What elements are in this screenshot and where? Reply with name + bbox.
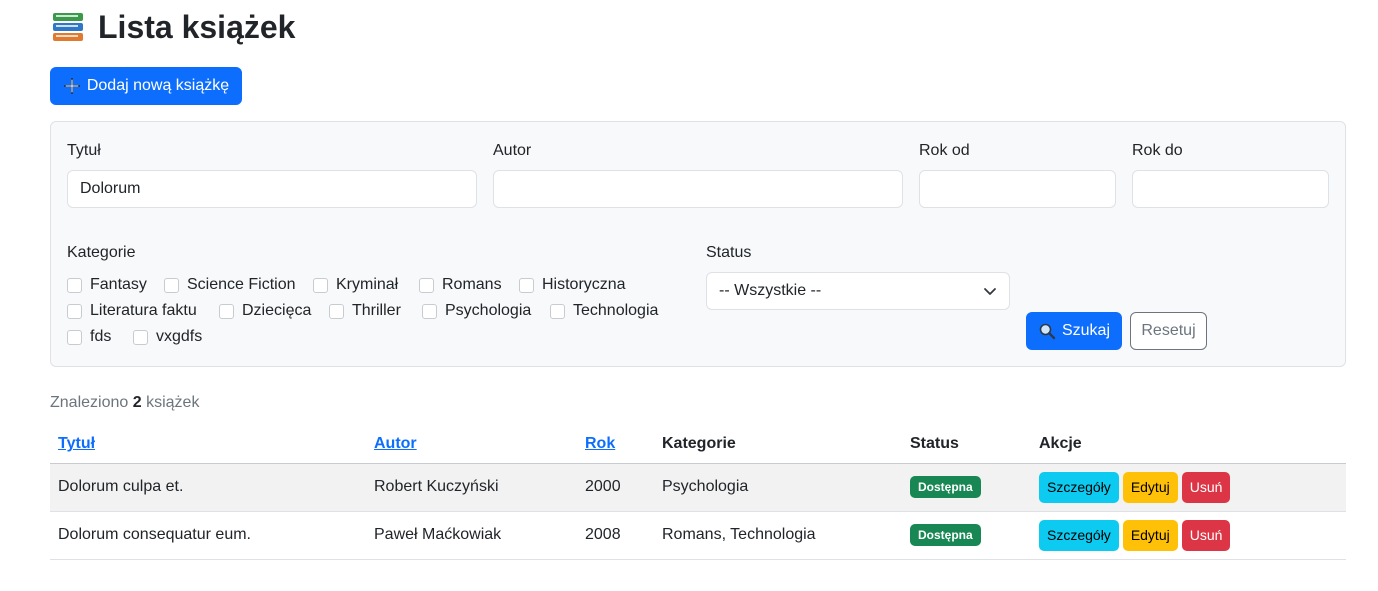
cell-title: Dolorum culpa et. [58,478,184,495]
details-button[interactable]: Szczegóły [1039,471,1119,503]
books-icon [53,13,83,41]
checkbox-box[interactable] [67,303,82,319]
page-header: Lista książek [50,6,295,48]
checkbox-box[interactable] [419,277,434,293]
category-checkbox-technologia[interactable]: Technologia [550,302,658,320]
results-count: Znaleziono 2 książek [50,394,199,412]
year-to-input[interactable] [1132,170,1329,208]
cell-status: Dostępna [910,464,981,510]
details-button[interactable]: Szczegóły [1039,519,1119,551]
checkbox-label: Romans [442,276,502,293]
checkbox-box[interactable] [219,303,234,319]
column-header-year[interactable]: Rok [585,425,615,463]
delete-button[interactable]: Usuń [1181,519,1231,551]
category-checkbox-literatura-faktu[interactable]: Literatura faktu [67,302,197,320]
category-checkbox-psychologia[interactable]: Psychologia [422,302,531,320]
checkbox-label: Technologia [573,302,659,319]
checkbox-label: Thriller [352,302,401,319]
checkbox-box[interactable] [519,277,534,293]
cell-actions: Szczegóły Edytuj Usuń [1039,512,1234,558]
column-header-status: Status [910,435,959,452]
author-filter-label: Autor [493,142,532,159]
checkbox-box[interactable] [164,277,179,293]
plus-icon [63,78,80,94]
table-row: Dolorum culpa et. Robert Kuczyński 2000 … [50,464,1346,512]
chevron-down-icon [984,288,996,295]
reset-button[interactable]: Resetuj [1130,312,1207,350]
cell-year: 2000 [585,478,621,495]
category-checkbox-vxgdfs[interactable]: vxgdfs [133,328,202,346]
status-label: Status [706,244,752,261]
edit-button[interactable]: Edytuj [1122,471,1178,503]
checkbox-box[interactable] [67,329,82,345]
add-book-button[interactable]: Dodaj nową książkę [50,67,242,105]
status-badge: Dostępna [910,476,981,498]
title-filter-label: Tytuł [67,142,101,159]
edit-button[interactable]: Edytuj [1122,519,1178,551]
checkbox-label: Dziecięca [242,302,312,319]
add-book-label: Dodaj nową książkę [86,77,230,94]
checkbox-label: Historyczna [542,276,626,293]
checkbox-label: Science Fiction [187,276,296,293]
table-row: Dolorum consequatur eum. Paweł Maćkowiak… [50,512,1346,560]
checkbox-label: vxgdfs [156,328,203,345]
category-checkbox-historyczna[interactable]: Historyczna [519,276,626,294]
checkbox-box[interactable] [422,303,437,319]
checkbox-label: Literatura faktu [90,302,197,319]
checkbox-box[interactable] [133,329,148,345]
checkbox-box[interactable] [313,277,328,293]
checkbox-label: Kryminał [336,276,399,293]
search-button-label: Szukaj [1061,322,1111,339]
title-filter-input[interactable] [67,170,477,208]
column-header-title[interactable]: Tytuł [58,425,95,463]
year-from-label: Rok od [919,142,970,159]
results-number: 2 [132,394,142,411]
category-checkbox-fantasy[interactable]: Fantasy [67,276,147,294]
status-selected-value: -- Wszystkie -- [719,282,822,299]
results-suffix: książek [146,394,200,411]
column-header-actions: Akcje [1039,435,1082,452]
checkbox-box[interactable] [67,277,82,293]
column-header-categories: Kategorie [662,435,736,452]
cell-actions: Szczegóły Edytuj Usuń [1039,464,1234,510]
categories-label: Kategorie [67,244,136,261]
category-checkbox-fds[interactable]: fds [67,328,111,346]
author-filter-input[interactable] [493,170,903,208]
cell-title: Dolorum consequatur eum. [58,526,251,543]
magnifier-icon [1039,323,1056,340]
category-checkbox-thriller[interactable]: Thriller [329,302,401,320]
cell-categories: Psychologia [662,478,749,495]
cell-author: Paweł Maćkowiak [374,526,502,543]
cell-year: 2008 [585,526,621,543]
category-checkbox-romans[interactable]: Romans [419,276,502,294]
year-to-label: Rok do [1132,142,1183,159]
checkbox-box[interactable] [550,303,565,319]
status-badge: Dostępna [910,524,981,546]
cell-author: Robert Kuczyński [374,478,499,495]
search-button[interactable]: Szukaj [1026,312,1122,350]
year-from-input[interactable] [919,170,1116,208]
delete-button[interactable]: Usuń [1181,471,1231,503]
page-title: Lista książek [98,8,296,45]
category-checkbox-kryminal[interactable]: Kryminał [313,276,398,294]
status-select[interactable]: -- Wszystkie -- [706,272,1010,310]
checkbox-label: Psychologia [445,302,532,319]
checkbox-box[interactable] [329,303,344,319]
category-checkbox-science-fiction[interactable]: Science Fiction [164,276,296,294]
column-header-author[interactable]: Autor [374,425,417,463]
cell-categories: Romans, Technologia [662,526,816,543]
category-checkbox-dziecieca[interactable]: Dziecięca [219,302,311,320]
checkbox-label: Fantasy [90,276,147,293]
results-prefix: Znaleziono [50,394,129,411]
cell-status: Dostępna [910,512,981,558]
checkbox-label: fds [90,328,112,345]
